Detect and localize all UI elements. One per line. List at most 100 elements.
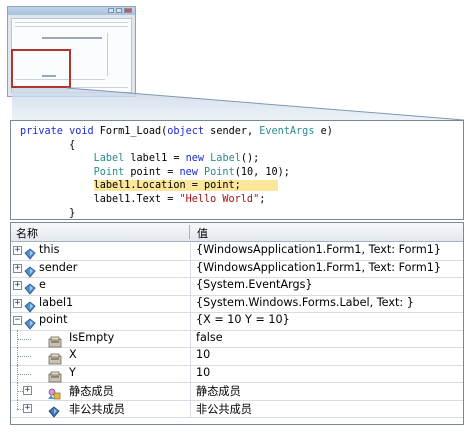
variable-value[interactable]: 静态成员 bbox=[196, 383, 241, 399]
grid-row-sender[interactable]: + sender {WindowsApplication1.Form1, Text:… bbox=[11, 259, 463, 278]
field-icon bbox=[24, 298, 36, 313]
expand-icon[interactable]: + bbox=[13, 298, 22, 308]
code-token: e) bbox=[314, 126, 333, 137]
callout-wedge-shape bbox=[12, 88, 464, 120]
row-column-divider bbox=[190, 294, 191, 312]
variable-name: IsEmpty bbox=[69, 330, 115, 344]
grid-row-e[interactable]: + e {System.EventArgs} bbox=[11, 277, 463, 296]
code-token: object bbox=[167, 126, 205, 137]
expand-icon[interactable]: + bbox=[13, 263, 22, 273]
code-token: Label bbox=[210, 153, 241, 165]
field-icon bbox=[24, 245, 36, 260]
code-editor[interactable]: private void Form1_Load(object sender, E… bbox=[10, 120, 464, 220]
row-column-divider bbox=[190, 312, 191, 330]
column-divider[interactable] bbox=[189, 225, 190, 239]
code-token: "Hello World" bbox=[179, 193, 260, 205]
code-token: { bbox=[20, 139, 76, 151]
variable-name: 静态成员 bbox=[69, 385, 114, 398]
row-column-divider bbox=[190, 329, 191, 347]
field-icon bbox=[24, 280, 36, 295]
row-column-divider bbox=[190, 382, 191, 400]
variable-value[interactable]: false bbox=[196, 331, 223, 344]
variable-value[interactable]: {System.Windows.Forms.Label, Text: } bbox=[196, 296, 414, 309]
code-line: label1.Text = "Hello World"; bbox=[20, 193, 463, 207]
variable-name: label1 bbox=[39, 295, 74, 309]
code-line: Point point = new Point(10, 10); bbox=[20, 166, 463, 180]
expand-icon[interactable]: + bbox=[23, 403, 32, 413]
variable-value[interactable]: {WindowsApplication1.Form1, Text: Form1} bbox=[196, 261, 441, 274]
column-header-value[interactable]: 值 bbox=[197, 225, 208, 241]
expand-icon[interactable]: + bbox=[23, 386, 32, 395]
variable-name: Y bbox=[69, 365, 76, 379]
code-line: { bbox=[20, 139, 463, 153]
variable-value[interactable]: 10 bbox=[196, 348, 210, 361]
code-token: ; bbox=[259, 193, 266, 205]
variable-value[interactable]: {X = 10 Y = 10} bbox=[196, 313, 290, 326]
column-header-name[interactable]: 名称 bbox=[16, 225, 38, 241]
property-icon bbox=[48, 350, 62, 365]
code-token: (); bbox=[240, 153, 260, 165]
code-token: Form1_Load( bbox=[93, 126, 168, 137]
variable-value[interactable]: {System.EventArgs} bbox=[196, 278, 313, 291]
code-token: (10, 10); bbox=[234, 166, 290, 178]
code-token: Label bbox=[93, 153, 125, 165]
grid-row-Y[interactable]: Y 10 bbox=[11, 364, 463, 383]
tree-line-horizontal bbox=[17, 356, 31, 357]
code-token: new bbox=[185, 153, 205, 165]
expand-icon[interactable]: + bbox=[13, 246, 22, 255]
code-token: Point bbox=[93, 166, 125, 178]
grid-row-IsEmpty[interactable]: IsEmpty false bbox=[11, 329, 463, 348]
code-line: } bbox=[20, 207, 463, 221]
code-token: EventArgs bbox=[259, 126, 315, 137]
code-token: new bbox=[179, 166, 198, 178]
variable-value[interactable]: {WindowsApplication1.Form1, Text: Form1} bbox=[196, 243, 441, 256]
row-column-divider bbox=[190, 399, 191, 417]
field-icon bbox=[24, 263, 36, 278]
tree-line-vertical bbox=[17, 399, 18, 409]
field-icon bbox=[24, 315, 36, 330]
row-column-divider bbox=[190, 364, 191, 382]
tree-line-horizontal bbox=[17, 338, 31, 340]
grid-row-label1[interactable]: + label1 {System.Windows.Forms.Label, Text… bbox=[11, 294, 463, 313]
expand-icon[interactable]: + bbox=[13, 281, 22, 290]
grid-row-X[interactable]: X 10 bbox=[11, 347, 463, 366]
grid-row-静态成员[interactable]: + 静态成员 静态成员 bbox=[11, 382, 463, 401]
code-line: label1.Location = point; bbox=[20, 179, 463, 193]
code-token: label1.Text = bbox=[20, 193, 180, 205]
grid-row-非公共成员[interactable]: + 非公共成员 非公共成员 bbox=[11, 399, 463, 418]
grid-row-point[interactable]: − point {X = 10 Y = 10} bbox=[11, 312, 463, 331]
code-token: sender, bbox=[204, 126, 260, 137]
code-token: point = bbox=[124, 166, 180, 178]
variable-value[interactable]: 10 bbox=[196, 366, 210, 379]
variable-name: X bbox=[69, 348, 77, 361]
static-members-icon bbox=[48, 385, 61, 400]
code-line: private void Form1_Load(object sender, E… bbox=[20, 125, 463, 139]
highlighted-statement: label1.Location = point; bbox=[93, 180, 278, 192]
code-token: Point bbox=[204, 166, 235, 178]
code-line: Label label1 = new Label(); bbox=[20, 152, 463, 166]
variable-name: e bbox=[39, 278, 46, 291]
variable-value[interactable]: 非公共成员 bbox=[196, 401, 252, 417]
code-token: label1 = bbox=[124, 153, 186, 165]
collapse-icon[interactable]: − bbox=[13, 316, 22, 325]
variable-name: sender bbox=[39, 260, 78, 274]
code-text: private void Form1_Load(object sender, E… bbox=[11, 121, 463, 220]
row-column-divider bbox=[190, 347, 191, 365]
code-token: private bbox=[20, 126, 63, 137]
variable-name: this bbox=[39, 243, 60, 256]
row-column-divider bbox=[190, 259, 191, 277]
row-column-divider bbox=[190, 277, 191, 295]
callout-wedge bbox=[12, 87, 465, 121]
variable-name: 非公共成员 bbox=[69, 402, 125, 416]
tree-line-horizontal bbox=[17, 373, 31, 375]
code-token: } bbox=[20, 207, 76, 219]
locals-window[interactable]: 名称 值 + this {WindowsApplication1.Form1, Te… bbox=[10, 222, 464, 425]
code-token: void bbox=[69, 126, 94, 137]
property-icon bbox=[48, 333, 62, 347]
property-icon bbox=[48, 368, 62, 382]
grid-row-this[interactable]: + this {WindowsApplication1.Form1, Text: F… bbox=[11, 242, 463, 261]
variable-name: point bbox=[39, 313, 68, 326]
